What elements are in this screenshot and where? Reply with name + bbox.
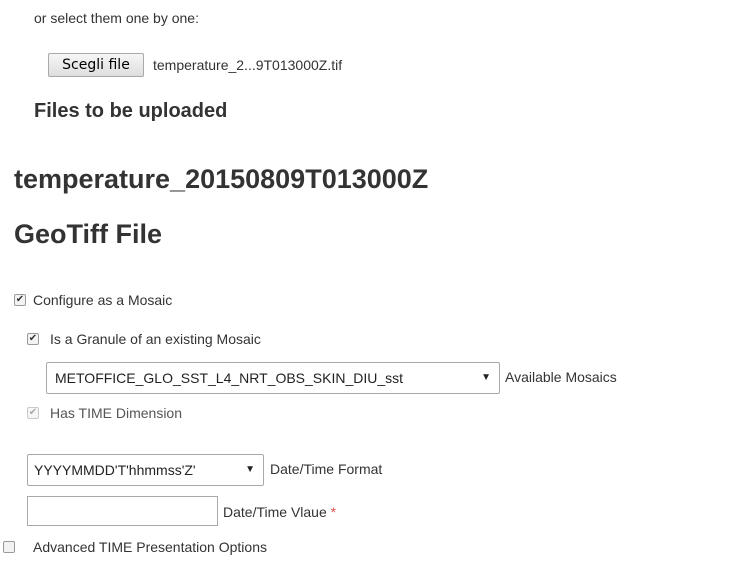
upload-hint: or select them one by one: xyxy=(34,10,199,26)
required-marker: * xyxy=(330,504,337,520)
is-granule-label: Is a Granule of an existing Mosaic xyxy=(50,331,261,347)
configure-mosaic-label: Configure as a Mosaic xyxy=(33,292,173,308)
time-value-label: Date/Time Vlaue * xyxy=(223,504,336,520)
mosaic-select-value: METOFFICE_GLO_SST_L4_NRT_OBS_SKIN_DIU_ss… xyxy=(55,370,404,386)
advanced-time-checkbox[interactable] xyxy=(3,541,15,553)
choose-file-button[interactable]: Scegli file xyxy=(48,53,144,77)
advanced-time-label: Advanced TIME Presentation Options xyxy=(33,539,267,555)
configure-mosaic-checkbox[interactable]: ✔ xyxy=(14,294,26,306)
time-value-label-text: Date/Time Vlaue xyxy=(223,504,327,520)
selected-file-name: temperature_2...9T013000Z.tif xyxy=(153,57,343,73)
time-value-input[interactable] xyxy=(27,496,218,526)
check-icon: ✔ xyxy=(28,407,38,418)
is-granule-checkbox[interactable]: ✔ xyxy=(27,333,39,345)
chevron-down-icon: ▼ xyxy=(481,372,491,383)
check-icon: ✔ xyxy=(28,333,38,344)
check-icon: ✔ xyxy=(15,294,25,305)
file-type-heading: GeoTiff File xyxy=(14,219,163,249)
time-format-select[interactable]: YYYYMMDD'T'hhmmss'Z' ▼ xyxy=(27,454,264,486)
mosaic-select[interactable]: METOFFICE_GLO_SST_L4_NRT_OBS_SKIN_DIU_ss… xyxy=(46,362,500,394)
has-time-label: Has TIME Dimension xyxy=(50,405,183,421)
has-time-checkbox[interactable]: ✔ xyxy=(27,407,39,419)
time-format-label: Date/Time Format xyxy=(270,461,383,477)
file-title: temperature_20150809T013000Z xyxy=(14,164,429,194)
mosaic-select-label: Available Mosaics xyxy=(505,369,617,385)
chevron-down-icon: ▼ xyxy=(245,464,255,475)
time-format-select-value: YYYYMMDD'T'hhmmss'Z' xyxy=(34,462,196,478)
files-to-upload-heading: Files to be uploaded xyxy=(34,100,228,122)
